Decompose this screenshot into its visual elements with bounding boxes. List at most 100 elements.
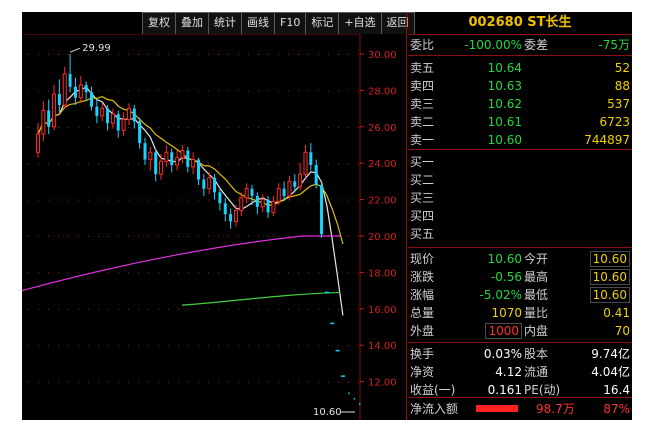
grid-dot	[258, 90, 259, 92]
ask-level-row[interactable]: 卖四 10.63 88	[408, 77, 632, 95]
grid-dot	[108, 236, 109, 237]
grid-dot	[88, 308, 89, 310]
grid-dot	[108, 308, 109, 310]
grid-dot	[118, 272, 119, 274]
ask-level-row[interactable]: 卖五 10.64 52	[408, 59, 632, 77]
grid-dot	[358, 308, 359, 310]
restore-rights-button[interactable]: 复权	[142, 12, 176, 34]
grid-dot	[158, 54, 159, 55]
grid-dot	[58, 236, 59, 237]
grid-dot	[48, 381, 49, 383]
grid-dot	[228, 126, 229, 128]
grid-dot	[158, 126, 159, 128]
candle-body-down	[314, 165, 318, 186]
grid-dot	[278, 272, 279, 274]
net-inflow-percent: 87%	[603, 402, 630, 416]
grid-dot	[38, 54, 39, 55]
quote-value: 0.41	[603, 306, 630, 320]
grid-dot	[348, 308, 349, 310]
mark-button[interactable]: 标记	[305, 12, 340, 34]
grid-dot	[238, 126, 239, 128]
quote-row[interactable]: 总量 1070 量比 0.41	[408, 304, 632, 322]
grid-dot	[308, 199, 309, 201]
grid-dot	[298, 345, 299, 347]
bid-level-row[interactable]: 买四	[408, 207, 632, 225]
grid-dot	[178, 308, 179, 310]
grid-dot	[268, 236, 269, 237]
grid-dot	[108, 272, 109, 274]
statistics-button[interactable]: 统计	[208, 12, 242, 34]
candle-body-up	[175, 157, 180, 166]
net-inflow-value: 98.7万	[536, 402, 575, 416]
candle-body-down	[320, 185, 324, 235]
y-tick-label: 12.00	[368, 378, 397, 389]
grid-dot	[268, 126, 269, 128]
grid-dot	[38, 90, 39, 92]
candle-body-down	[229, 214, 233, 222]
grid-dot	[238, 381, 239, 383]
grid-dot	[138, 381, 139, 383]
bid-level-row[interactable]: 买三	[408, 189, 632, 207]
grid-dot	[288, 272, 289, 274]
grid-dot	[98, 126, 99, 128]
bid-level-label: 买四	[410, 209, 435, 223]
candle-body-down	[84, 84, 88, 93]
quote-row[interactable]: 涨幅 -5.02% 最低 10.60	[408, 286, 632, 304]
ask-level-row[interactable]: 卖二 10.61 6723	[408, 113, 632, 131]
grid-dot	[278, 163, 279, 165]
draw-line-button[interactable]: 画线	[241, 12, 275, 34]
stats-row[interactable]: 换手 0.03% 股本 9.74亿	[408, 345, 632, 363]
quote-value: 10.60	[589, 251, 630, 267]
ask-volume: 537	[607, 97, 630, 111]
quote-value: 1000	[485, 323, 522, 339]
grid-dot	[98, 381, 99, 383]
grid-dot	[148, 272, 149, 274]
quote-row[interactable]: 外盘 1000 内盘 70	[408, 322, 632, 340]
grid-dot	[318, 272, 319, 274]
grid-dot	[268, 54, 269, 55]
quote-row[interactable]: 现价 10.60 今开 10.60	[408, 250, 632, 268]
stats-label: 净资	[410, 365, 435, 379]
grid-dot	[198, 90, 199, 92]
divider	[408, 149, 632, 150]
quote-value: 1070	[491, 306, 522, 320]
weibi-value: -100.00%	[464, 38, 522, 52]
bid-level-row[interactable]: 买五	[408, 225, 632, 243]
grid-dot	[218, 126, 219, 128]
kline-chart[interactable]: 30.00 28.00 26.00 24.00 22.00 20.00 18.00 16.00…	[22, 34, 404, 420]
grid-dot	[348, 345, 349, 347]
grid-dot	[218, 54, 219, 55]
grid-dot	[188, 54, 189, 55]
stats-row[interactable]: 净资 4.12 流通 4.04亿	[408, 363, 632, 381]
bid-level-label: 买二	[410, 173, 435, 187]
grid-dot	[28, 54, 29, 55]
bid-level-label: 买三	[410, 191, 435, 205]
candle-body-up	[78, 84, 83, 99]
add-watchlist-button[interactable]: +自选	[338, 12, 382, 34]
candle-body-down	[266, 199, 270, 213]
quote-panel: 002680 ST长生 委比 -100.00% 委差 -75万 卖五 10.64 5…	[408, 12, 632, 420]
overlay-button[interactable]: 叠加	[175, 12, 209, 34]
grid-dot	[68, 126, 69, 128]
grid-dot	[238, 308, 239, 310]
bid-level-row[interactable]: 买二	[408, 171, 632, 189]
f10-button[interactable]: F10	[274, 12, 307, 34]
grid-dot	[328, 126, 329, 128]
grid-dot	[248, 163, 249, 165]
bid-level-row[interactable]: 买一	[408, 153, 632, 171]
candle-body-up	[260, 199, 265, 208]
candle-body-up	[121, 119, 126, 131]
grid-dot	[248, 308, 249, 310]
grid-dot	[158, 308, 159, 310]
grid-dot	[68, 163, 69, 165]
grid-dot	[268, 163, 269, 165]
grid-dot	[338, 308, 339, 310]
ask-level-row[interactable]: 卖一 10.60 744897	[408, 131, 632, 149]
quote-row[interactable]: 涨跌 -0.56 最高 10.60	[408, 268, 632, 286]
grid-dot	[48, 345, 49, 347]
grid-dot	[228, 381, 229, 383]
grid-dot	[168, 272, 169, 274]
y-tick-label: 30.00	[368, 50, 397, 61]
ask-level-row[interactable]: 卖三 10.62 537	[408, 95, 632, 113]
grid-dot	[128, 163, 129, 165]
